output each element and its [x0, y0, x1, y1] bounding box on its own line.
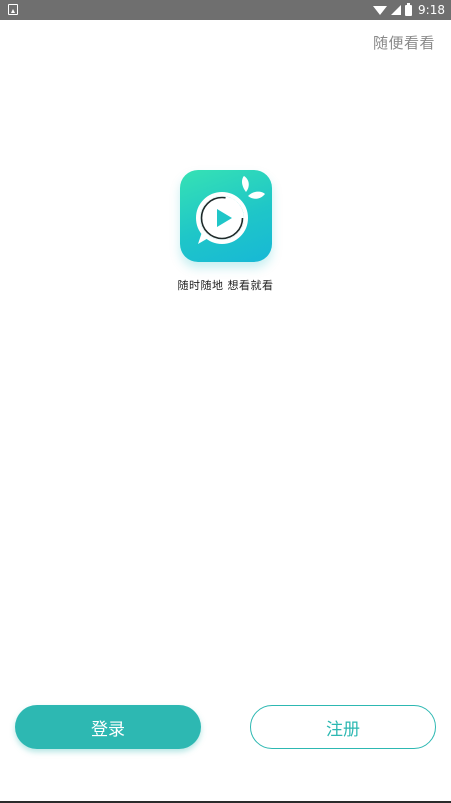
status-time: 9:18 — [418, 3, 445, 17]
app-logo — [180, 170, 272, 262]
register-button[interactable]: 注册 — [250, 705, 436, 749]
status-bar: 9:18 — [0, 0, 451, 20]
app-slogan: 随时随地 想看就看 — [177, 279, 274, 292]
play-bubble-logo-icon — [196, 176, 265, 244]
logo-tile — [180, 170, 272, 262]
status-indicators: 9:18 — [373, 0, 445, 20]
browse-casually-link[interactable]: 随便看看 — [373, 32, 435, 53]
notification-icon — [8, 4, 18, 15]
login-button[interactable]: 登录 — [15, 705, 201, 749]
battery-icon — [405, 2, 413, 16]
signal-icon — [391, 5, 402, 15]
wifi-icon — [373, 6, 388, 15]
